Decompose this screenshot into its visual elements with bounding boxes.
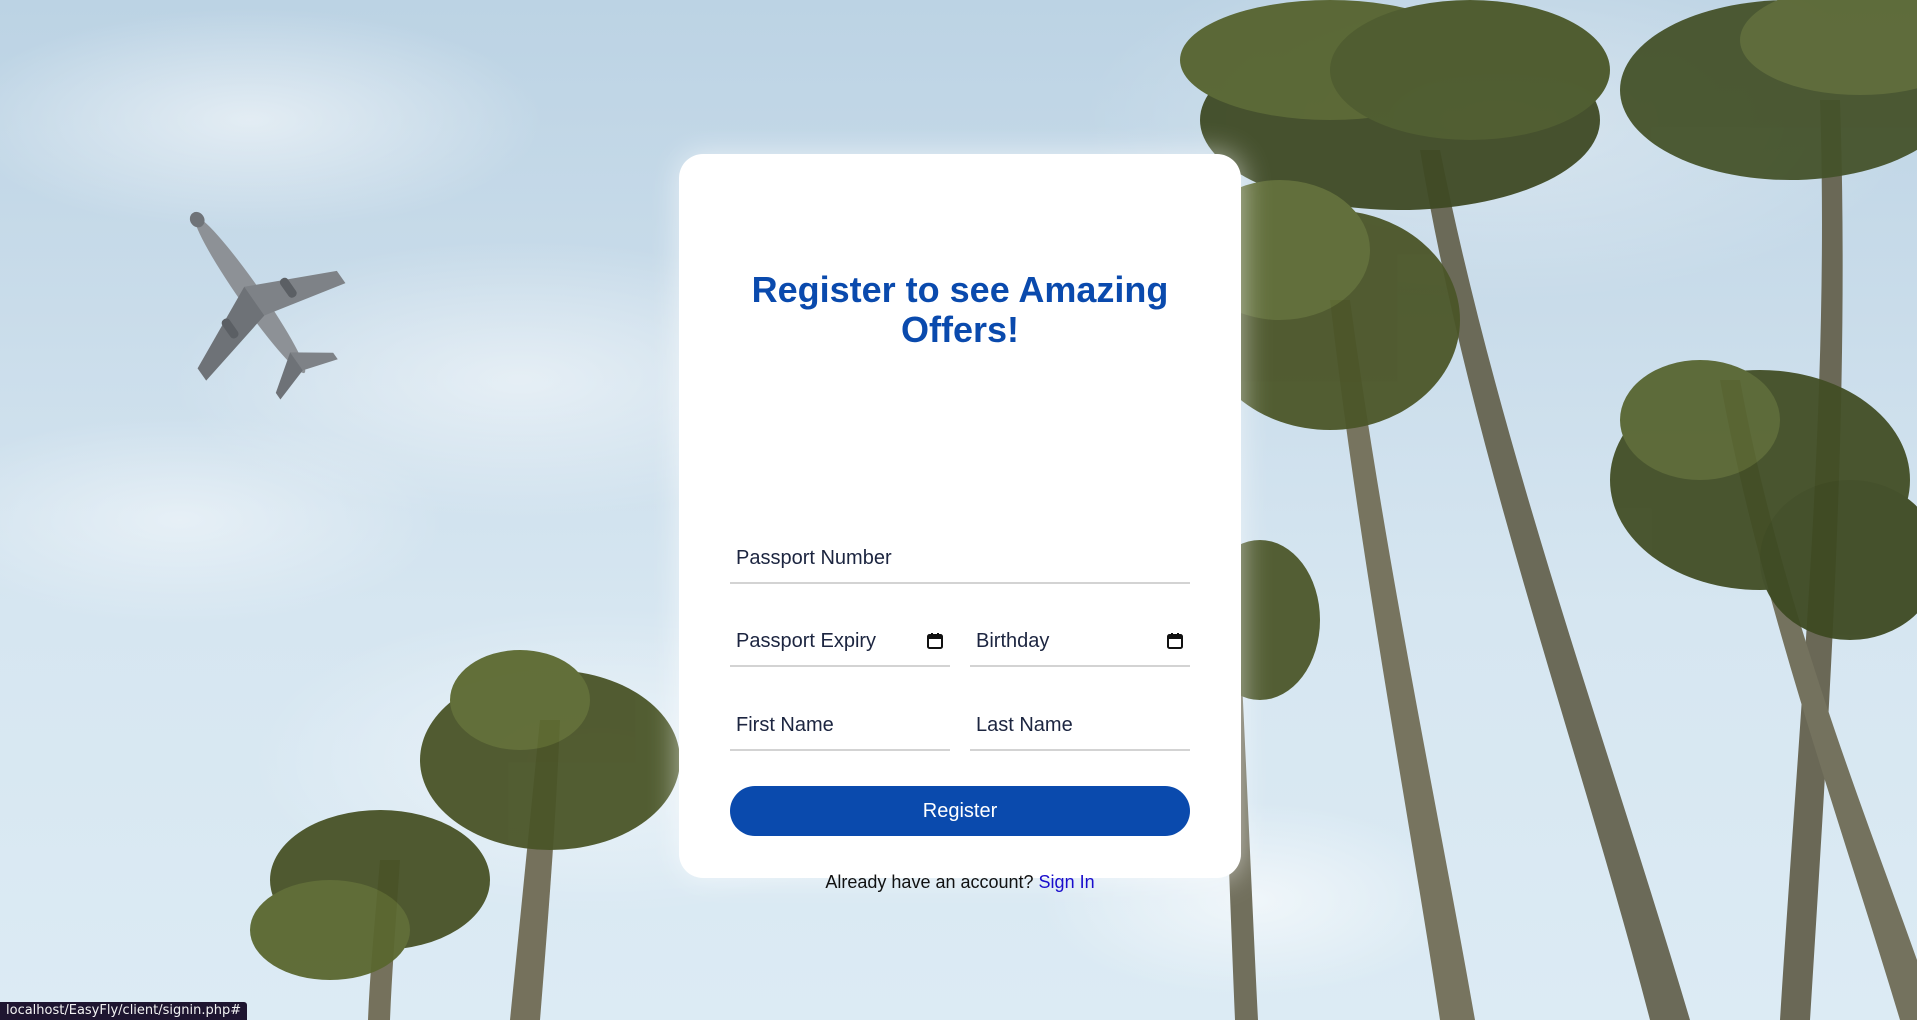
passport-expiry-input[interactable] xyxy=(730,617,950,665)
register-title: Register to see Amazing Offers! xyxy=(751,269,1169,350)
birthday-input[interactable] xyxy=(970,617,1190,665)
calendar-icon[interactable] xyxy=(1166,632,1184,650)
last-name-input[interactable] xyxy=(970,701,1190,749)
passport-number-input[interactable] xyxy=(730,534,1190,582)
register-card: Register to see Amazing Offers! Register… xyxy=(679,154,1241,892)
airplane-icon xyxy=(189,211,346,400)
calendar-icon[interactable] xyxy=(926,632,944,650)
signin-link[interactable]: Sign In xyxy=(1039,872,1095,892)
register-button[interactable]: Register xyxy=(730,786,1190,836)
signin-prompt-line: Already have an account? Sign In xyxy=(679,872,1241,893)
birthday-field[interactable] xyxy=(970,617,1190,667)
passport-number-field[interactable] xyxy=(730,534,1190,584)
last-name-field[interactable] xyxy=(970,701,1190,751)
browser-status-url: localhost/EasyFly/client/signin.php# xyxy=(0,1002,248,1020)
passport-expiry-field[interactable] xyxy=(730,617,950,667)
first-name-field[interactable] xyxy=(730,701,950,751)
first-name-input[interactable] xyxy=(730,701,950,749)
signin-prompt-text: Already have an account? xyxy=(825,872,1039,892)
